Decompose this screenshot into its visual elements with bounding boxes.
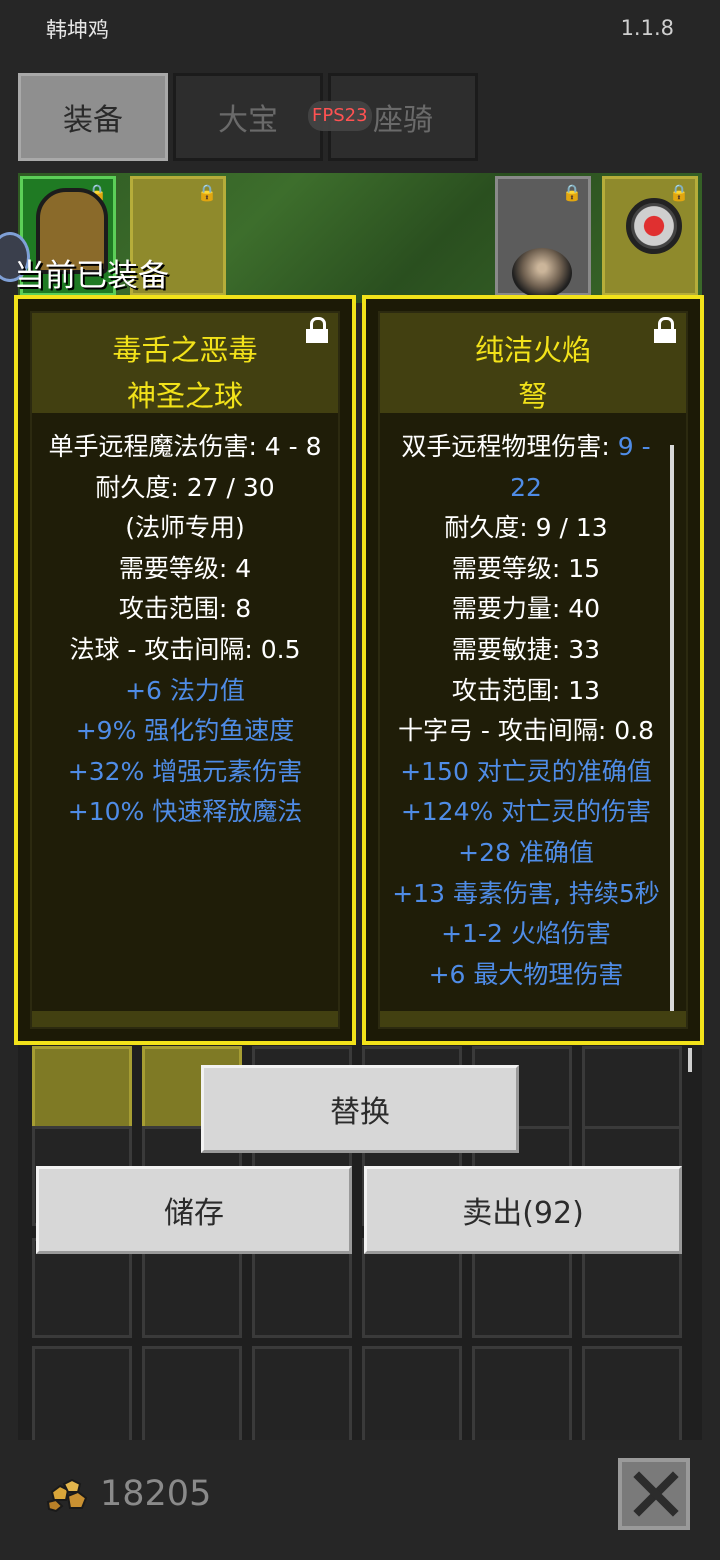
lock-icon[interactable] — [306, 317, 328, 343]
currently-equipped-label: 当前已装备 — [14, 258, 169, 294]
bonus-line: +10% 快速释放魔法 — [67, 797, 303, 827]
stat-line: 双手远程物理伤害: 9 - — [380, 427, 686, 468]
app-version: 1.1.8 — [620, 16, 674, 40]
item-type: 神圣之球 — [126, 379, 243, 413]
bonus-line: +124% 对亡灵的伤害 — [400, 797, 652, 827]
bonus-line: +28 准确值 — [458, 837, 594, 867]
card-scrollbar[interactable] — [670, 445, 674, 1015]
damage-value-continued: 22 — [510, 472, 542, 502]
stat-line: 十字弓 - 攻击间隔: 0.8 — [397, 716, 655, 746]
stat-line: 需要力量: 40 — [451, 594, 601, 624]
bonus-line: +1-2 火焰伤害 — [441, 919, 611, 949]
inventory-scrollbar[interactable] — [688, 1048, 692, 1072]
new-item-card: 纯洁火焰 弩 双手远程物理伤害: 9 - 22 耐久度: 9 / 13 需要等级… — [362, 295, 704, 1045]
bonus-line: +13 毒素伤害, 持续5秒 — [392, 878, 660, 908]
item-stats: 单手远程魔法伤害: 4 - 8 耐久度: 27 / 30 (法师专用) 需要等级… — [32, 427, 338, 833]
bonus-line: +6 最大物理伤害 — [428, 959, 624, 989]
card-footer — [32, 1011, 338, 1027]
orb-icon — [512, 248, 572, 298]
stat-line: 攻击范围: 13 — [451, 675, 601, 705]
stat-line: 单手远程魔法伤害: 4 - 8 — [48, 432, 322, 461]
lock-icon: 🔒 — [197, 183, 217, 202]
item-name: 纯洁火焰 — [474, 333, 591, 367]
tab-treasure[interactable]: 大宝 — [173, 73, 323, 161]
card-header: 毒舌之恶毒 神圣之球 — [32, 313, 338, 413]
replace-button[interactable]: 替换 — [201, 1065, 519, 1153]
gold-amount: 18205 — [100, 1474, 212, 1514]
store-button[interactable]: 储存 — [36, 1166, 352, 1254]
bonus-line: +9% 强化钓鱼速度 — [75, 716, 295, 746]
inventory-slot[interactable] — [142, 1346, 242, 1446]
inventory-slot[interactable] — [252, 1346, 352, 1446]
inventory-slot[interactable] — [582, 1346, 682, 1446]
item-type: 弩 — [518, 379, 548, 413]
stat-line: 攻击范围: 8 — [118, 594, 252, 624]
bonus-line: +6 法力值 — [125, 675, 245, 705]
tab-equipment[interactable]: 装备 — [18, 73, 168, 161]
fps-counter: FPS23 — [308, 101, 372, 131]
damage-value: 9 - — [617, 432, 651, 461]
damage-label: 双手远程物理伤害: — [401, 432, 618, 461]
stat-line: 耐久度: 27 / 30 — [95, 472, 275, 502]
lock-icon: 🔒 — [562, 183, 582, 202]
inventory-slot[interactable] — [472, 1346, 572, 1446]
stat-line: 耐久度: 9 / 13 — [444, 513, 608, 543]
equipped-item-card: 毒舌之恶毒 神圣之球 单手远程魔法伤害: 4 - 8 耐久度: 27 / 30 … — [14, 295, 356, 1045]
inventory-slot[interactable] — [32, 1346, 132, 1446]
item-stats[interactable]: 双手远程物理伤害: 9 - 22 耐久度: 9 / 13 需要等级: 15 需要… — [380, 427, 686, 995]
inventory-slot[interactable] — [362, 1346, 462, 1446]
app-title: 韩坤鸡 — [46, 18, 109, 42]
close-button[interactable] — [618, 1458, 690, 1530]
card-footer — [380, 1011, 686, 1027]
lock-icon: 🔒 — [669, 183, 689, 202]
bonus-line: +150 对亡灵的准确值 — [400, 756, 652, 786]
stat-line: (法师专用) — [125, 513, 245, 543]
stat-line: 需要敏捷: 33 — [451, 634, 601, 664]
lock-icon[interactable] — [654, 317, 676, 343]
amulet-icon — [626, 198, 682, 254]
sell-button[interactable]: 卖出(92) — [364, 1166, 682, 1254]
stat-line: 需要等级: 15 — [451, 553, 601, 583]
gold-nuggets-icon — [46, 1478, 88, 1512]
stat-line: 需要等级: 4 — [118, 553, 252, 583]
item-name: 毒舌之恶毒 — [112, 333, 258, 367]
card-header: 纯洁火焰 弩 — [380, 313, 686, 413]
stat-line: 法球 - 攻击间隔: 0.5 — [69, 634, 301, 664]
bonus-line: +32% 增强元素伤害 — [67, 756, 303, 786]
